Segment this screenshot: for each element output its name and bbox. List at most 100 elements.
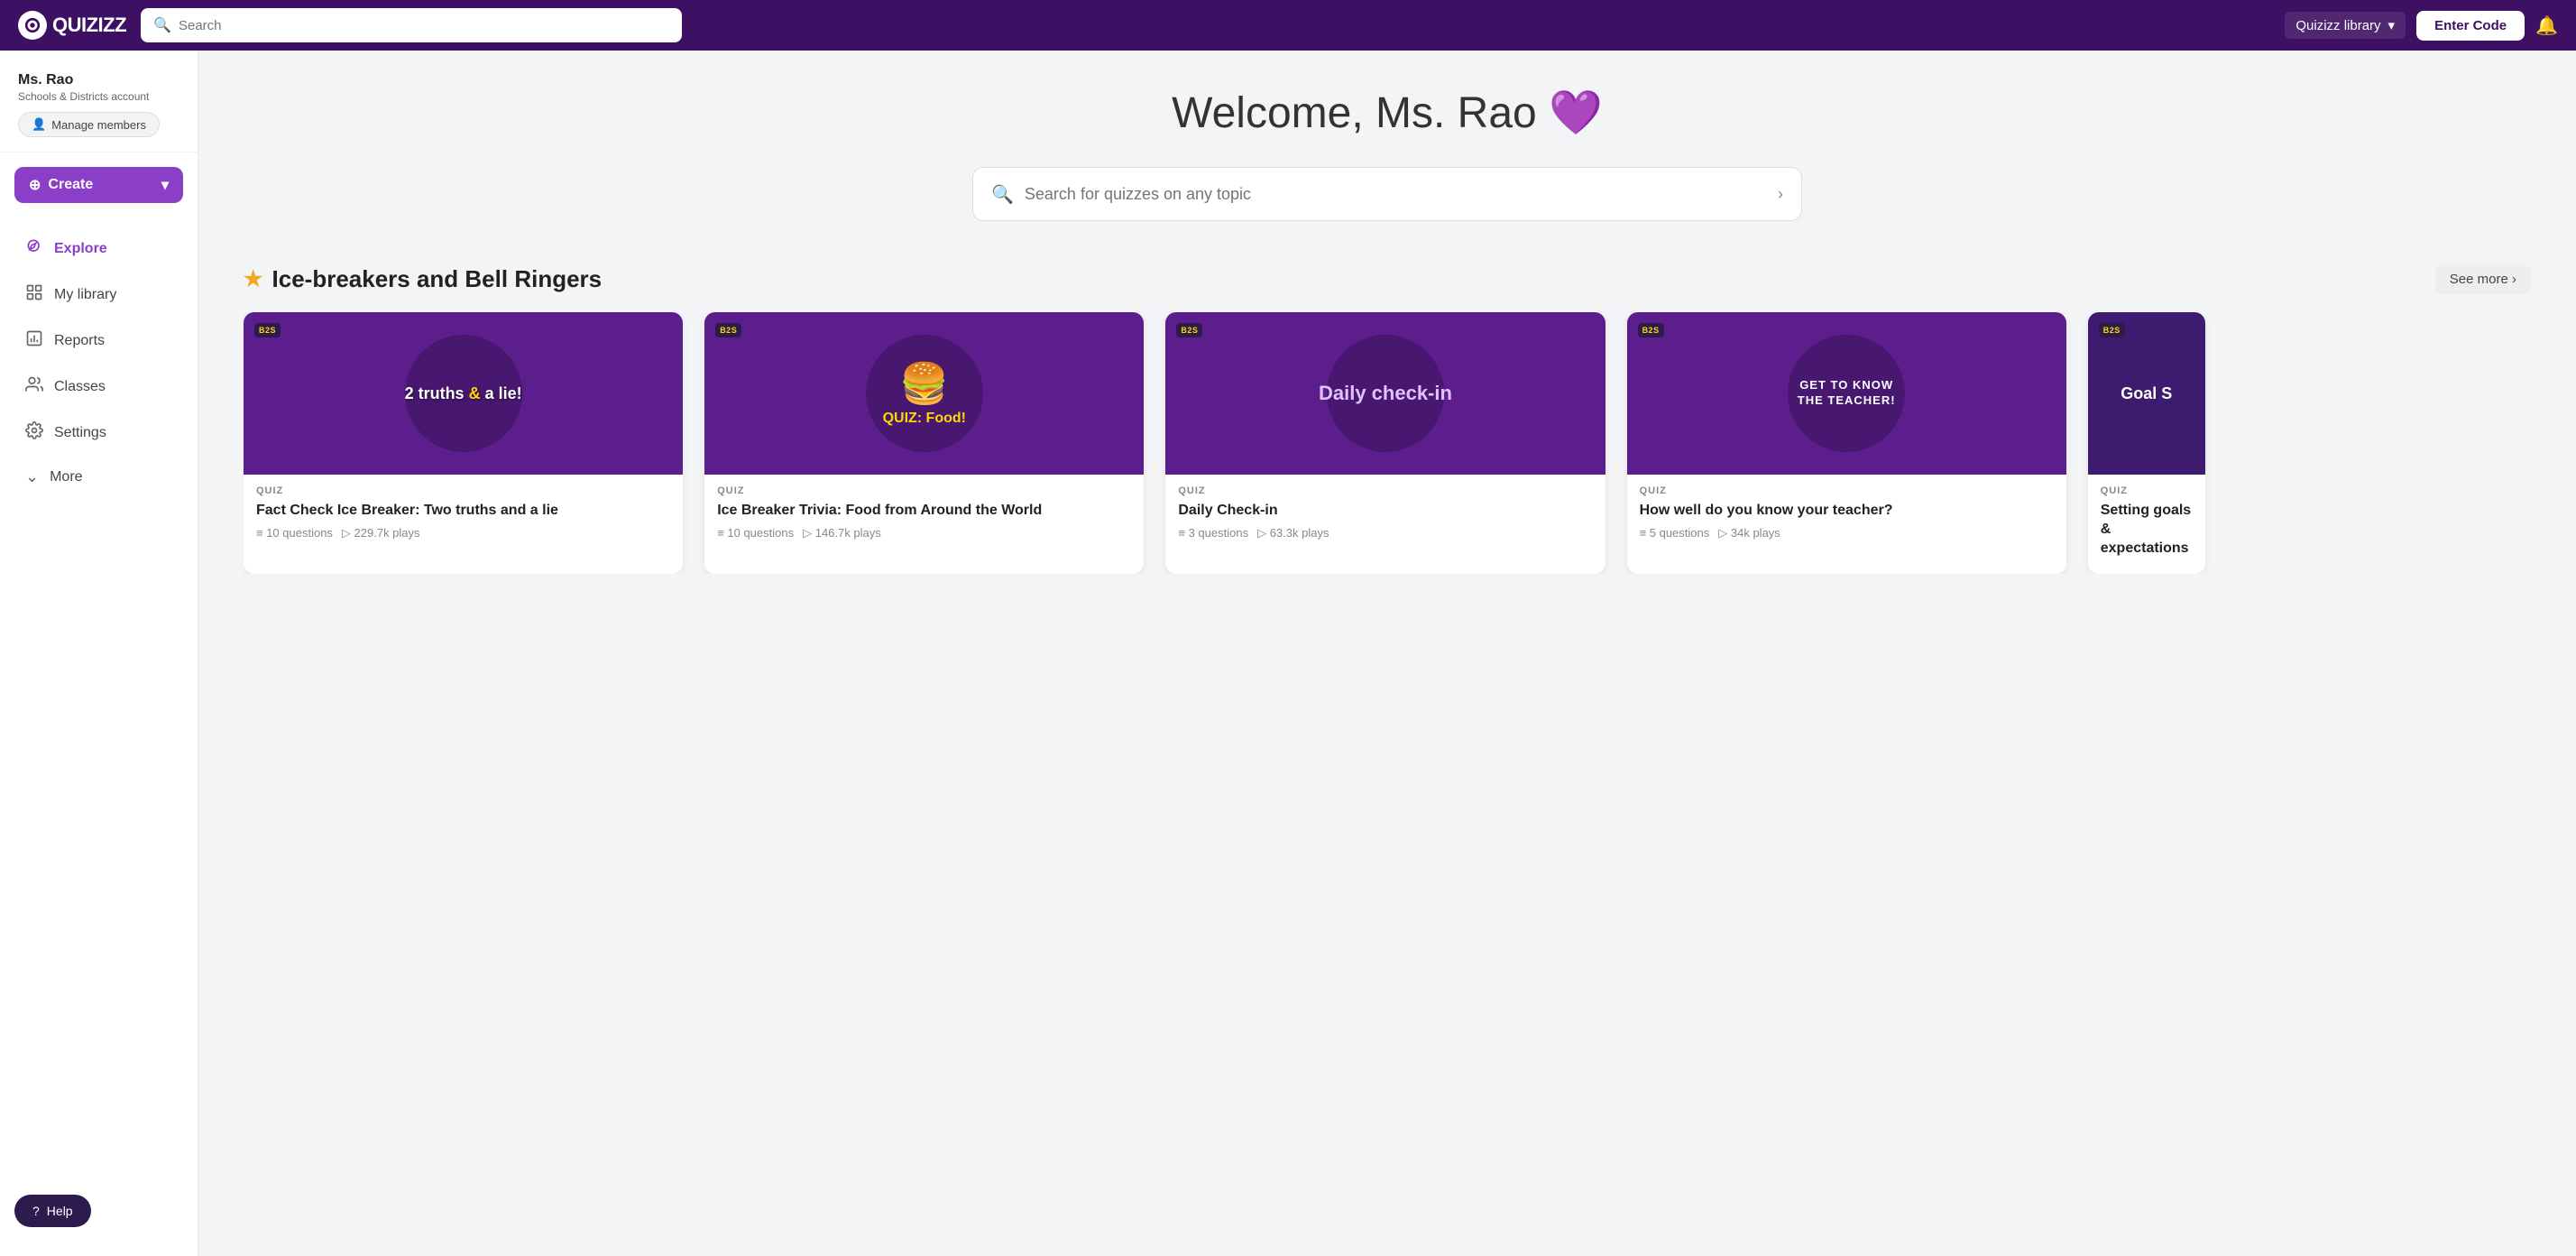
b2s-badge: B2S	[254, 323, 281, 337]
thumbnail-content-teacher: Get to knowTHE TEACHER!	[1798, 378, 1896, 409]
card-title-checkin: Daily Check-in	[1178, 502, 1592, 521]
search-icon: 🔍	[153, 16, 171, 34]
sidebar-item-more[interactable]: ⌄ More	[7, 457, 190, 497]
reports-icon	[25, 329, 43, 352]
plays-meta-food: ▷ 146.7k plays	[803, 526, 881, 540]
explore-icon	[25, 237, 43, 260]
help-circle-icon: ?	[32, 1204, 40, 1218]
sidebar: Ms. Rao Schools & Districts account 👤 Ma…	[0, 51, 198, 1256]
card-thumbnail-goal[interactable]: B2S Goal S	[2088, 312, 2205, 475]
card-meta-food: ≡ 10 questions ▷ 146.7k plays	[717, 526, 1131, 540]
card-meta-checkin: ≡ 3 questions ▷ 63.3k plays	[1178, 526, 1592, 540]
thumbnail-content-goal: Goal S	[2121, 384, 2172, 403]
card-info-teacher: QUIZ How well do you know your teacher? …	[1627, 475, 2066, 551]
card-title-goal: Setting goals & expectations	[2101, 502, 2193, 558]
questions-meta-checkin: ≡ 3 questions	[1178, 526, 1248, 540]
user-name: Ms. Rao	[18, 72, 179, 88]
person-icon: 👤	[32, 117, 46, 132]
create-button[interactable]: ⊕ Create ▾	[14, 167, 183, 203]
section-header-icebreakers: ★ Ice-breakers and Bell Ringers See more…	[244, 264, 2531, 294]
card-thumbnail-checkin[interactable]: B2S Daily check-in	[1165, 312, 1605, 475]
questions-meta-teacher: ≡ 5 questions	[1640, 526, 1710, 540]
user-section: Ms. Rao Schools & Districts account 👤 Ma…	[0, 65, 198, 152]
food-emoji: 🍔	[883, 360, 966, 407]
sidebar-item-label-reports: Reports	[54, 333, 105, 349]
top-search-bar[interactable]: 🔍	[141, 8, 682, 42]
library-label: Quizizz library	[2295, 18, 2380, 33]
questions-meta-food: ≡ 10 questions	[717, 526, 794, 540]
quiz-card-goal: B2S Goal S QUIZ Setting goals & expectat…	[2088, 312, 2205, 574]
dropdown-arrow-icon: ▾	[161, 176, 169, 194]
b2s-badge-teacher: B2S	[1638, 323, 1664, 337]
section-title-text: Ice-breakers and Bell Ringers	[272, 265, 603, 293]
top-search-input[interactable]	[179, 18, 669, 33]
quiz-card-truths: B2S 2 truths & a lie! QUIZ Fact Check Ic…	[244, 312, 683, 574]
classes-icon	[25, 375, 43, 398]
sidebar-item-settings[interactable]: Settings	[7, 411, 190, 455]
cards-row: B2S 2 truths & a lie! QUIZ Fact Check Ic…	[244, 312, 2531, 574]
plus-icon: ⊕	[29, 176, 41, 194]
library-icon	[25, 283, 43, 306]
card-info-truths: QUIZ Fact Check Ice Breaker: Two truths …	[244, 475, 683, 551]
chevron-down-more-icon: ⌄	[25, 467, 39, 486]
thumbnail-content-checkin: Daily check-in	[1319, 382, 1452, 405]
main-content: Welcome, Ms. Rao 💜 🔍 › ★ Ice-breakers an…	[198, 51, 2576, 1256]
manage-members-button[interactable]: 👤 Manage members	[18, 112, 160, 137]
chevron-down-icon: ▾	[2388, 17, 2396, 33]
thumbnail-content-food: 🍔 QUIZ: Food!	[883, 360, 966, 427]
plays-meta-checkin: ▷ 63.3k plays	[1257, 526, 1329, 540]
card-type-checkin: QUIZ	[1178, 485, 1592, 496]
sidebar-item-label-library: My library	[54, 287, 116, 303]
sidebar-item-label-more: More	[50, 469, 82, 485]
card-title-truths: Fact Check Ice Breaker: Two truths and a…	[256, 502, 670, 521]
card-thumbnail-truths[interactable]: B2S 2 truths & a lie!	[244, 312, 683, 475]
thumbnail-content-truths: 2 truths & a lie!	[405, 384, 522, 403]
welcome-heading: Welcome, Ms. Rao 💜	[244, 87, 2531, 138]
library-selector[interactable]: Quizizz library ▾	[2285, 12, 2406, 39]
card-info-goal: QUIZ Setting goals & expectations	[2088, 475, 2205, 574]
enter-code-button[interactable]: Enter Code	[2416, 11, 2525, 41]
b2s-badge-food: B2S	[715, 323, 741, 337]
card-title-food: Ice Breaker Trivia: Food from Around the…	[717, 502, 1131, 521]
card-meta-truths: ≡ 10 questions ▷ 229.7k plays	[256, 526, 670, 540]
plays-meta-teacher: ▷ 34k plays	[1718, 526, 1780, 540]
quiz-card-food: B2S 🍔 QUIZ: Food! QUIZ Ice Breaker Trivi…	[704, 312, 1144, 574]
card-type-goal: QUIZ	[2101, 485, 2193, 496]
card-info-checkin: QUIZ Daily Check-in ≡ 3 questions ▷ 63.3…	[1165, 475, 1605, 551]
card-type-food: QUIZ	[717, 485, 1131, 496]
quiz-card-teacher: B2S Get to knowTHE TEACHER! QUIZ How wel…	[1627, 312, 2066, 574]
main-search-icon: 🔍	[991, 183, 1014, 206]
sidebar-item-classes[interactable]: Classes	[7, 365, 190, 409]
settings-icon	[25, 421, 43, 444]
logo-text: QUIZIZZ	[52, 14, 126, 37]
top-navigation: QUIZIZZ 🔍 Quizizz library ▾ Enter Code 🔔	[0, 0, 2576, 51]
search-arrow-icon: ›	[1778, 185, 1783, 204]
main-layout: Ms. Rao Schools & Districts account 👤 Ma…	[0, 51, 2576, 1256]
sidebar-item-label-explore: Explore	[54, 241, 107, 257]
section-title-icebreakers: ★ Ice-breakers and Bell Ringers	[244, 265, 602, 293]
questions-meta-truths: ≡ 10 questions	[256, 526, 333, 540]
card-type-truths: QUIZ	[256, 485, 670, 496]
sidebar-item-my-library[interactable]: My library	[7, 272, 190, 317]
sidebar-item-reports[interactable]: Reports	[7, 319, 190, 363]
nav-right-section: Quizizz library ▾ Enter Code 🔔	[2285, 11, 2558, 41]
logo[interactable]: QUIZIZZ	[18, 11, 126, 40]
see-more-button[interactable]: See more ›	[2435, 264, 2531, 294]
sidebar-nav: Explore My library Re	[0, 217, 198, 1180]
card-type-teacher: QUIZ	[1640, 485, 2054, 496]
main-search-input[interactable]	[1025, 185, 1767, 204]
user-account-type: Schools & Districts account	[18, 90, 179, 103]
main-search-bar[interactable]: 🔍 ›	[972, 167, 1802, 221]
b2s-badge-goal: B2S	[2099, 323, 2125, 337]
notification-icon[interactable]: 🔔	[2535, 14, 2558, 37]
sidebar-item-label-classes: Classes	[54, 379, 106, 395]
sidebar-item-explore[interactable]: Explore	[7, 226, 190, 271]
logo-icon	[18, 11, 47, 40]
quiz-card-checkin: B2S Daily check-in QUIZ Daily Check-in ≡…	[1165, 312, 1605, 574]
help-button[interactable]: ? Help	[14, 1195, 91, 1227]
b2s-badge-checkin: B2S	[1176, 323, 1202, 337]
card-thumbnail-teacher[interactable]: B2S Get to knowTHE TEACHER!	[1627, 312, 2066, 475]
sidebar-item-label-settings: Settings	[54, 425, 106, 441]
card-meta-teacher: ≡ 5 questions ▷ 34k plays	[1640, 526, 2054, 540]
card-thumbnail-food[interactable]: B2S 🍔 QUIZ: Food!	[704, 312, 1144, 475]
